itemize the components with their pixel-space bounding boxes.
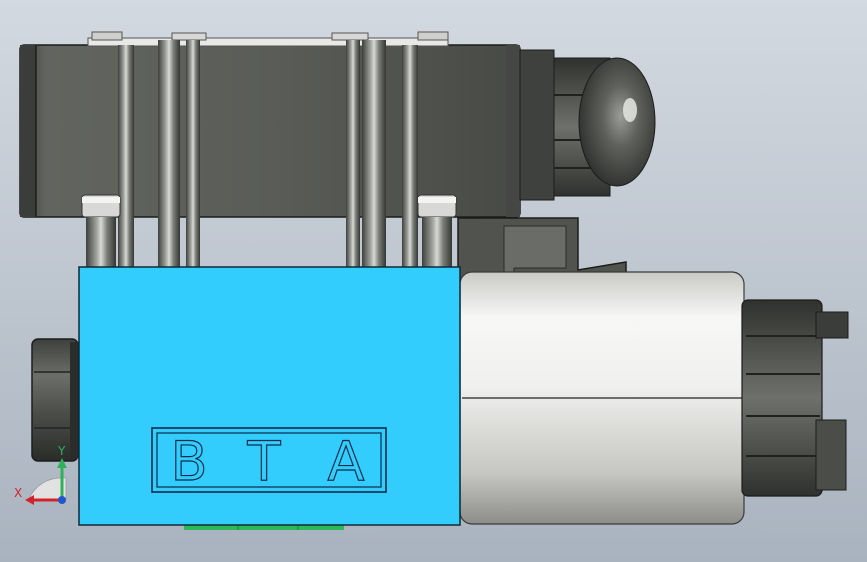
connector-plug-housing bbox=[19, 31, 521, 218]
valve-3d-model: B T A Y X bbox=[0, 0, 867, 562]
z-axis-dot-icon bbox=[58, 496, 66, 504]
triad-x-label: X bbox=[14, 486, 22, 500]
cad-viewport[interactable]: B T A Y X bbox=[0, 0, 867, 562]
cable-gland bbox=[519, 49, 656, 201]
solenoid-coil bbox=[459, 271, 745, 525]
nameplate-letter-b: B bbox=[170, 430, 207, 493]
nameplate-letter-t: T bbox=[247, 430, 282, 493]
left-hex-nut bbox=[31, 338, 80, 462]
triad-y-label: Y bbox=[57, 444, 66, 458]
nameplate-letter-a: A bbox=[328, 430, 365, 493]
